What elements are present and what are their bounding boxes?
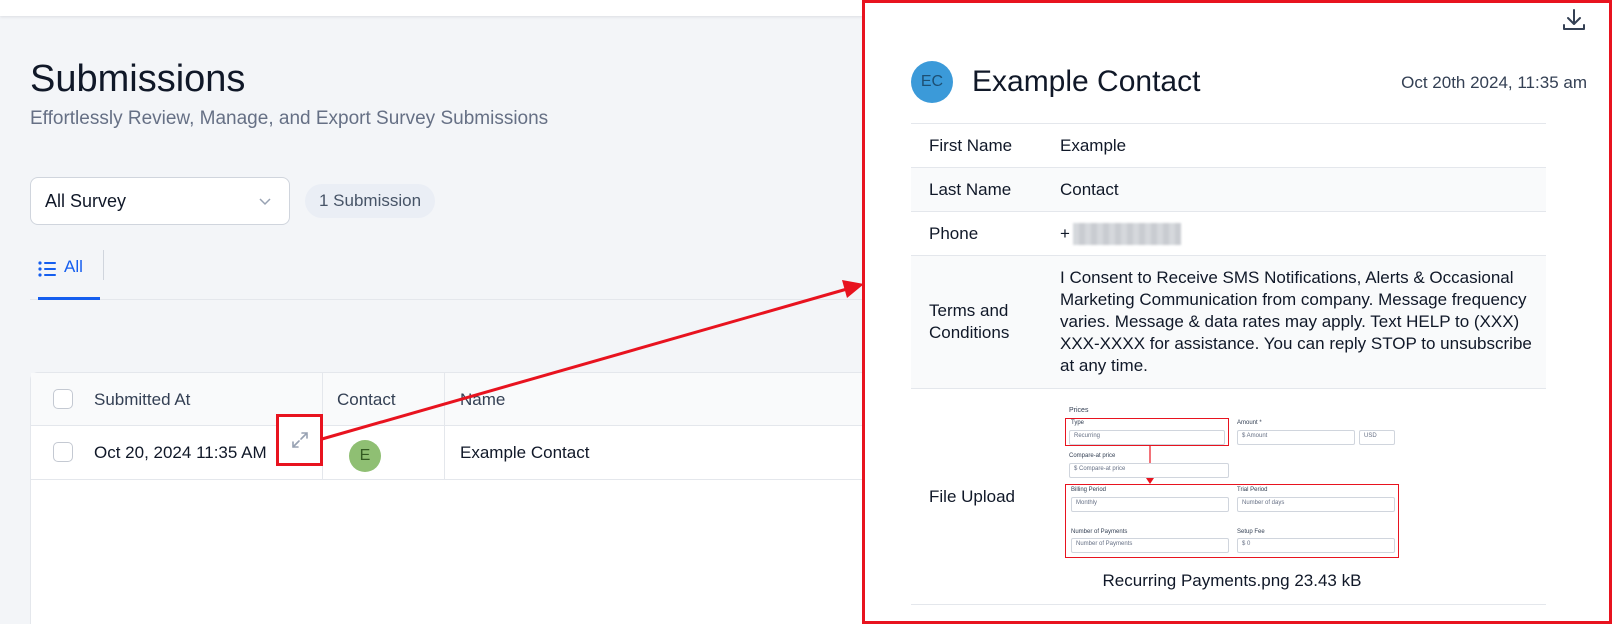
- field-value: Contact: [1060, 179, 1119, 199]
- preview-amount-field: $ Amount: [1237, 430, 1355, 445]
- field-label: Last Name: [929, 179, 1012, 199]
- select-all-checkbox[interactable]: [53, 389, 73, 409]
- list-icon: [38, 261, 56, 277]
- contact-avatar-large: EC: [911, 61, 953, 103]
- detail-row-last-name: Last Name Contact: [911, 168, 1546, 212]
- name-cell: Example Contact: [460, 443, 590, 462]
- preview-amount-label: Amount *: [1237, 420, 1262, 426]
- detail-row-file-upload: File Upload Prices Type Recurring Amount…: [911, 389, 1546, 605]
- tab-all-label: All: [64, 257, 83, 276]
- top-bar: [0, 0, 900, 16]
- preview-type-label: Type: [1071, 420, 1085, 426]
- expand-icon: [291, 432, 308, 448]
- submission-count-badge: 1 Submission: [305, 184, 436, 218]
- chevron-down-icon: [259, 198, 271, 206]
- field-label: File Upload: [929, 486, 1015, 506]
- file-preview-image[interactable]: Prices Type Recurring Amount * $ Amount …: [1063, 403, 1401, 561]
- phone-prefix: +: [1060, 223, 1070, 243]
- column-header-name: Name: [460, 389, 506, 409]
- preview-currency-field: USD: [1359, 430, 1395, 445]
- preview-billing-field: Monthly: [1071, 497, 1229, 512]
- preview-billing-label: Billing Period: [1071, 487, 1107, 493]
- preview-type-field: Recurring: [1069, 430, 1225, 445]
- field-label: First Name: [929, 135, 1013, 155]
- preview-compare-field: $ Compare-at price: [1069, 463, 1229, 478]
- survey-select[interactable]: All Survey: [30, 177, 290, 225]
- field-label: Phone: [929, 223, 979, 243]
- table-header: Submitted At Contact Name: [31, 373, 889, 426]
- submitted-at-cell: Oct 20, 2024 11:35 AM: [94, 443, 267, 462]
- submission-details: First Name Example Last Name Contact Pho…: [911, 123, 1546, 605]
- preview-setup-field: $ 0: [1237, 538, 1395, 553]
- field-value: +: [1056, 212, 1546, 255]
- expand-row-button[interactable]: [276, 414, 323, 466]
- preview-payments-field: Number of Payments: [1071, 538, 1229, 553]
- download-icon[interactable]: [1561, 7, 1587, 33]
- tab-divider: [103, 250, 104, 280]
- submissions-table: Submitted At Contact Name Oct 20, 2024 1…: [30, 372, 890, 624]
- detail-row-phone: Phone +: [911, 212, 1546, 256]
- row-checkbox[interactable]: [53, 442, 73, 462]
- page-subtitle: Effortlessly Review, Manage, and Export …: [30, 108, 549, 129]
- field-value: I Consent to Receive SMS Notifications, …: [1060, 268, 1532, 375]
- detail-row-first-name: First Name Example: [911, 124, 1546, 168]
- file-caption[interactable]: Recurring Payments.png 23.43 kB: [1063, 571, 1401, 591]
- preview-compare-label: Compare-at price: [1069, 453, 1116, 459]
- redacted-phone-number: [1072, 222, 1181, 245]
- tabs: All: [30, 248, 900, 300]
- preview-trial-label: Trial Period: [1237, 487, 1268, 493]
- tab-all[interactable]: All: [38, 248, 100, 300]
- preview-trial-field: Number of days: [1237, 497, 1395, 512]
- survey-select-value: All Survey: [45, 190, 127, 211]
- column-header-submitted-at: Submitted At: [94, 389, 191, 409]
- field-label: Terms and Conditions: [929, 301, 1010, 342]
- field-value: Example: [1060, 135, 1127, 155]
- contact-avatar[interactable]: E: [349, 440, 381, 472]
- submission-detail-panel: EC Example Contact Oct 20th 2024, 11:35 …: [862, 0, 1612, 624]
- panel-contact-name: Example Contact: [972, 65, 1201, 98]
- preview-setup-label: Setup Fee: [1237, 529, 1265, 535]
- column-header-contact: Contact: [337, 389, 396, 409]
- detail-row-terms: Terms and Conditions I Consent to Receiv…: [911, 256, 1546, 389]
- page-title: Submissions: [30, 58, 246, 100]
- preview-payments-label: Number of Payments: [1071, 529, 1128, 535]
- preview-heading: Prices: [1069, 407, 1089, 414]
- table-row[interactable]: Oct 20, 2024 11:35 AM E Example Contact: [31, 426, 889, 480]
- panel-submission-date: Oct 20th 2024, 11:35 am: [1401, 73, 1587, 92]
